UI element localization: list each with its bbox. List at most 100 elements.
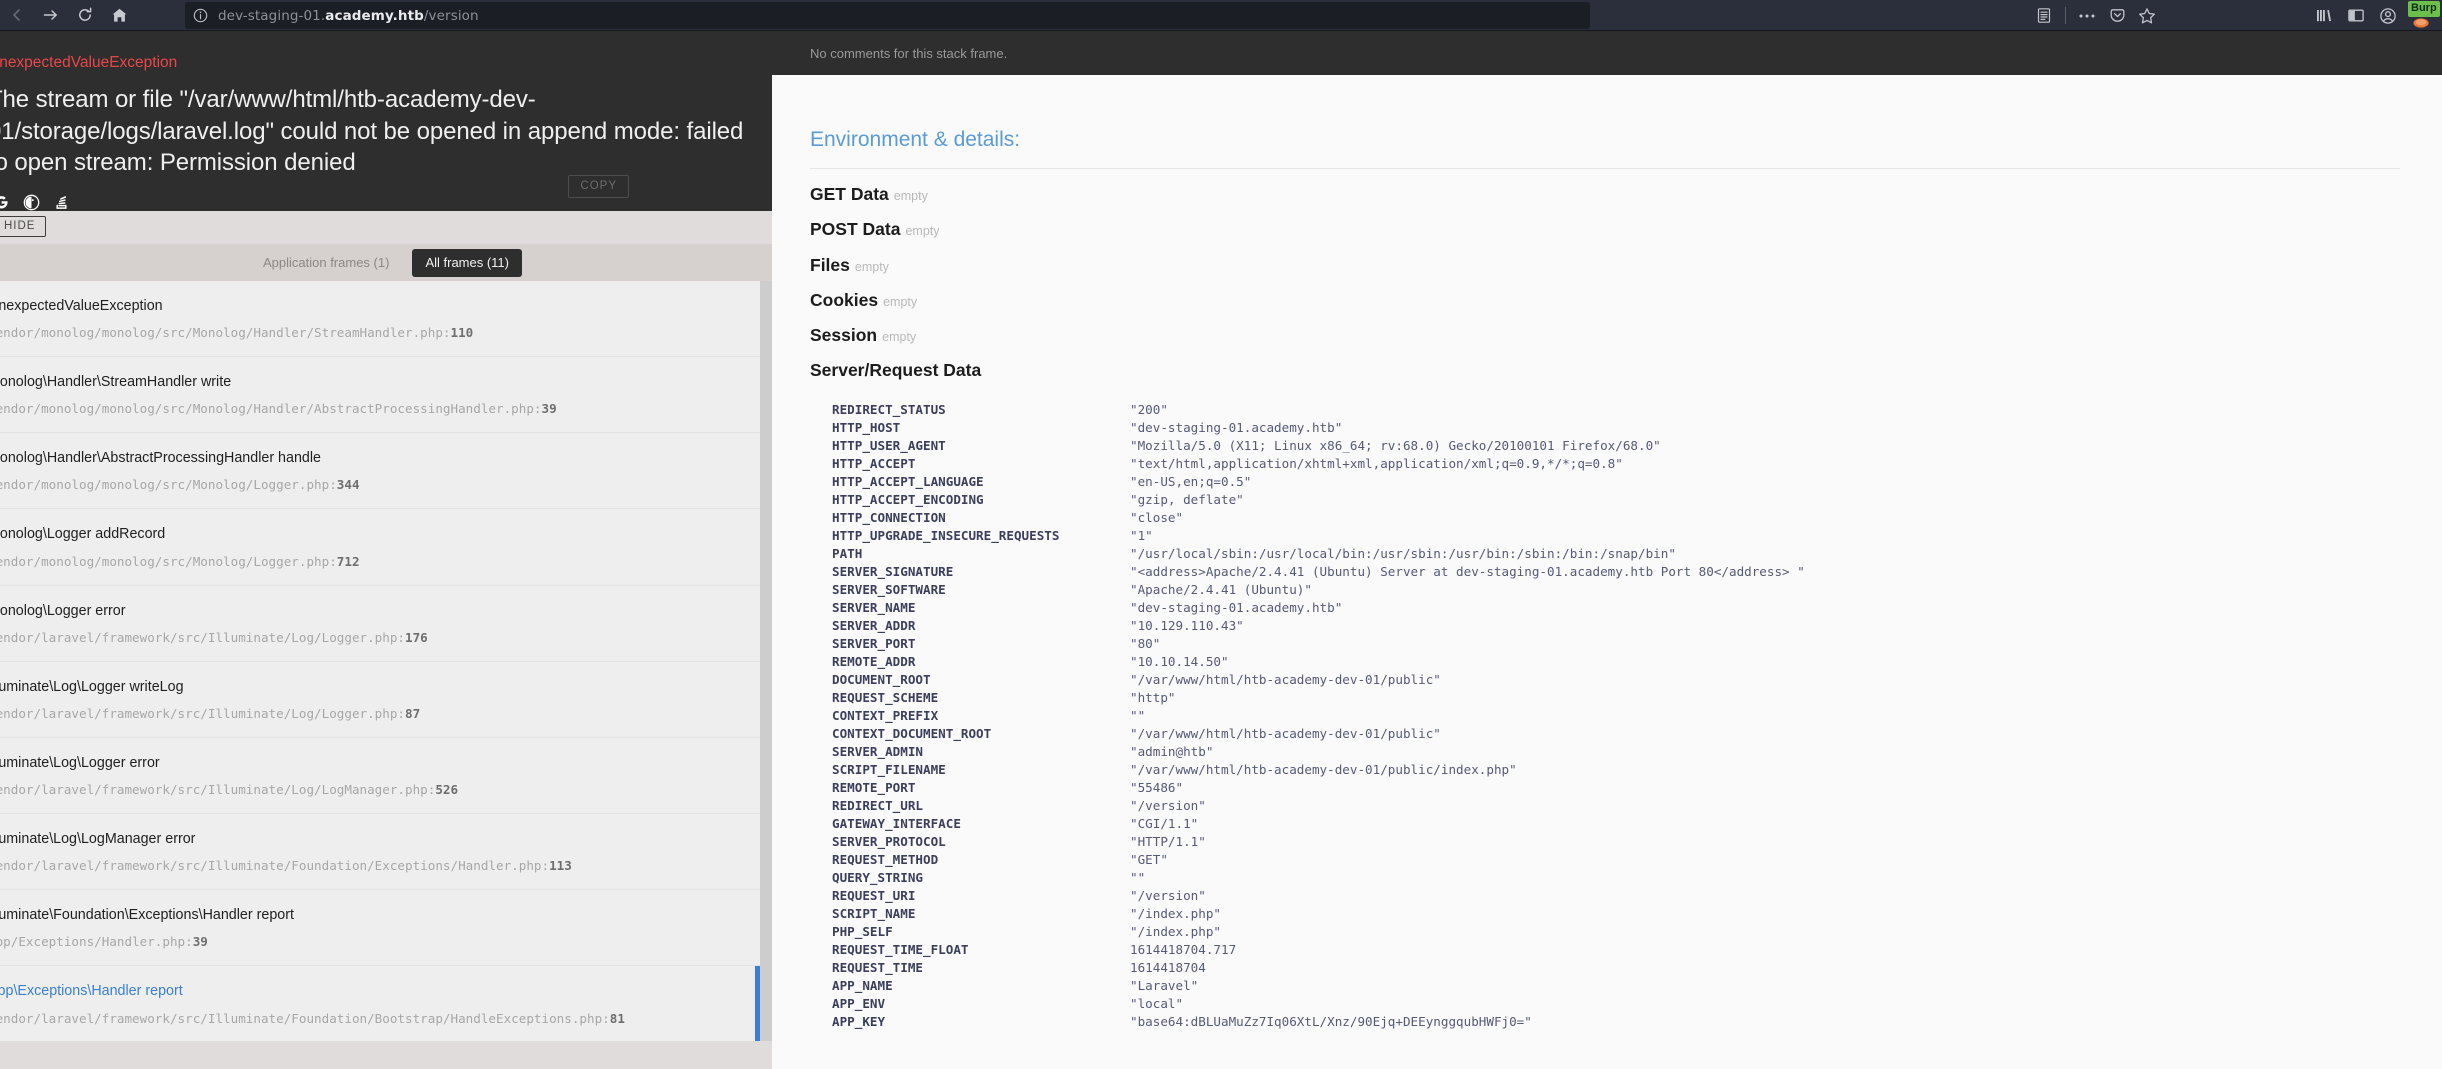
server-data-value: "Apache/2.4.41 (Ubuntu)"	[1130, 581, 1805, 599]
copy-button[interactable]: COPY	[568, 175, 629, 198]
server-data-value: 1614418704.717	[1130, 941, 1805, 959]
bookmark-star-icon[interactable]	[2133, 3, 2161, 28]
url-text: dev-staging-01.academy.htb/version	[218, 8, 479, 24]
stack-frame-line-number: 526	[435, 782, 458, 797]
server-data-row: REQUEST_URI"/version"	[810, 887, 1805, 905]
server-data-key: SCRIPT_FILENAME	[810, 761, 1130, 779]
detail-section-empty-tag: empty	[855, 260, 889, 274]
server-data-row: HTTP_CONNECTION"close"	[810, 509, 1805, 527]
server-data-row: SCRIPT_NAME"/index.php"	[810, 905, 1805, 923]
stack-frame-title: Illuminate\Log\LogManager error	[0, 831, 760, 848]
info-circle-icon[interactable]	[193, 8, 208, 23]
url-bar[interactable]: dev-staging-01.academy.htb/version	[185, 2, 1590, 29]
server-data-row: SCRIPT_FILENAME"/var/www/html/htb-academ…	[810, 761, 1805, 779]
server-data-value: "gzip, deflate"	[1130, 491, 1805, 509]
server-data-key: GATEWAY_INTERFACE	[810, 815, 1130, 833]
library-icon[interactable]	[2310, 3, 2338, 28]
details-sections: GET DataemptyPOST DataemptyFilesemptyCoo…	[810, 185, 2442, 381]
server-data-value: "/index.php"	[1130, 923, 1805, 941]
stack-frame-path: vendor/monolog/monolog/src/Monolog/Logge…	[0, 554, 760, 569]
stack-frame-comments-bar: No comments for this stack frame.	[772, 31, 2442, 75]
stack-frame-row[interactable]: Monolog\Logger addRecordvendor/monolog/m…	[0, 509, 760, 585]
server-data-value: "10.10.14.50"	[1130, 653, 1805, 671]
server-data-key: REQUEST_TIME	[810, 959, 1130, 977]
server-data-key: QUERY_STRING	[810, 869, 1130, 887]
frames-scrollbar[interactable]	[760, 281, 772, 1041]
stack-frame-title: App\Exceptions\Handler report	[0, 983, 760, 1000]
server-data-value: "/var/www/html/htb-academy-dev-01/public…	[1130, 671, 1805, 689]
server-data-value: "200"	[1130, 401, 1805, 419]
google-search-icon[interactable]	[0, 193, 10, 211]
server-data-row: HTTP_ACCEPT"text/html,application/xhtml+…	[810, 455, 1805, 473]
back-button[interactable]	[2, 2, 32, 28]
stack-frames-list[interactable]: UnexpectedValueExceptionvendor/monolog/m…	[0, 281, 760, 1041]
server-data-row: REMOTE_PORT"55486"	[810, 779, 1805, 797]
toolbar-divider	[2065, 7, 2066, 24]
forward-button[interactable]	[36, 2, 66, 28]
server-data-value: "10.129.110.43"	[1130, 617, 1805, 635]
detail-section-get-data: GET Dataempty	[810, 185, 2442, 204]
details-panel: No comments for this stack frame. Enviro…	[772, 31, 2442, 1069]
detail-section-label: Server/Request Data	[810, 360, 981, 380]
stack-frame-line-number: 39	[542, 401, 557, 416]
server-data-row: HTTP_USER_AGENT"Mozilla/5.0 (X11; Linux …	[810, 437, 1805, 455]
account-icon[interactable]	[2374, 3, 2402, 28]
server-data-value: "GET"	[1130, 851, 1805, 869]
server-data-key: APP_NAME	[810, 977, 1130, 995]
stack-frame-row[interactable]: Illuminate\Log\Logger writeLogvendor/lar…	[0, 662, 760, 738]
home-button[interactable]	[104, 2, 134, 28]
detail-section-session: Sessionempty	[810, 326, 2442, 345]
browser-action-icons: Burp	[2310, 2, 2436, 29]
server-data-row: REDIRECT_URL"/version"	[810, 797, 1805, 815]
stack-frame-title: Illuminate\Log\Logger error	[0, 755, 760, 772]
stack-frame-path: vendor/laravel/framework/src/Illuminate/…	[0, 858, 760, 873]
server-data-key: REQUEST_URI	[810, 887, 1130, 905]
burp-badge-label: Burp	[2408, 1, 2440, 17]
stack-frame-row[interactable]: Monolog\Handler\StreamHandler writevendo…	[0, 357, 760, 433]
server-data-key: REQUEST_TIME_FLOAT	[810, 941, 1130, 959]
pocket-save-icon[interactable]	[2103, 3, 2131, 28]
server-data-value: "admin@htb"	[1130, 743, 1805, 761]
server-data-row: REMOTE_ADDR"10.10.14.50"	[810, 653, 1805, 671]
details-title: Environment & details:	[810, 128, 2400, 169]
server-data-key: HTTP_HOST	[810, 419, 1130, 437]
reload-button[interactable]	[70, 2, 100, 28]
stack-frame-path: vendor/laravel/framework/src/Illuminate/…	[0, 630, 760, 645]
stack-frame-row[interactable]: UnexpectedValueExceptionvendor/monolog/m…	[0, 281, 760, 357]
reader-view-icon[interactable]	[2030, 3, 2058, 28]
burp-suite-extension-icon[interactable]: Burp	[2406, 2, 2436, 29]
detail-section-empty-tag: empty	[905, 224, 939, 238]
server-data-key: APP_KEY	[810, 1013, 1130, 1031]
page-actions-ellipsis-icon[interactable]	[2073, 3, 2101, 28]
server-data-key: SERVER_SIGNATURE	[810, 563, 1130, 581]
hide-button[interactable]: HIDE	[0, 216, 46, 237]
server-data-key: SERVER_SOFTWARE	[810, 581, 1130, 599]
server-data-key: SERVER_ADDR	[810, 617, 1130, 635]
server-data-key: REDIRECT_STATUS	[810, 401, 1130, 419]
sidebar-icon[interactable]	[2342, 3, 2370, 28]
stack-frame-row[interactable]: Monolog\Handler\AbstractProcessingHandle…	[0, 433, 760, 509]
server-data-key: HTTP_ACCEPT_LANGUAGE	[810, 473, 1130, 491]
server-data-key: SERVER_PROTOCOL	[810, 833, 1130, 851]
server-data-row: REQUEST_METHOD"GET"	[810, 851, 1805, 869]
stack-frame-row[interactable]: Monolog\Logger errorvendor/laravel/frame…	[0, 586, 760, 662]
server-data-key: PHP_SELF	[810, 923, 1130, 941]
server-data-value: "close"	[1130, 509, 1805, 527]
detail-section-label: GET Data	[810, 184, 889, 204]
stack-frame-row[interactable]: App\Exceptions\Handler reportvendor/lara…	[0, 966, 760, 1041]
stackoverflow-search-icon[interactable]	[52, 193, 70, 211]
duckduckgo-search-icon[interactable]	[22, 193, 40, 211]
tab-all-frames[interactable]: All frames (11)	[412, 249, 522, 277]
server-data-key: HTTP_CONNECTION	[810, 509, 1130, 527]
stack-frame-title: Illuminate\Foundation\Exceptions\Handler…	[0, 907, 760, 924]
server-data-row: CONTEXT_PREFIX""	[810, 707, 1805, 725]
server-data-key: HTTP_ACCEPT	[810, 455, 1130, 473]
stack-frame-path: vendor/monolog/monolog/src/Monolog/Logge…	[0, 477, 760, 492]
tab-application-frames[interactable]: Application frames (1)	[250, 249, 402, 277]
stack-frame-row[interactable]: Illuminate\Log\LogManager error vendor/la…	[0, 814, 760, 890]
server-data-value: "local"	[1130, 995, 1805, 1013]
server-data-key: PATH	[810, 545, 1130, 563]
stack-frame-row[interactable]: Illuminate\Foundation\Exceptions\Handler…	[0, 890, 760, 966]
server-data-row: APP_KEY"base64:dBLUaMuZz7Iq06XtL/Xnz/90E…	[810, 1013, 1805, 1031]
stack-frame-row[interactable]: Illuminate\Log\Logger errorvendor/larave…	[0, 738, 760, 814]
